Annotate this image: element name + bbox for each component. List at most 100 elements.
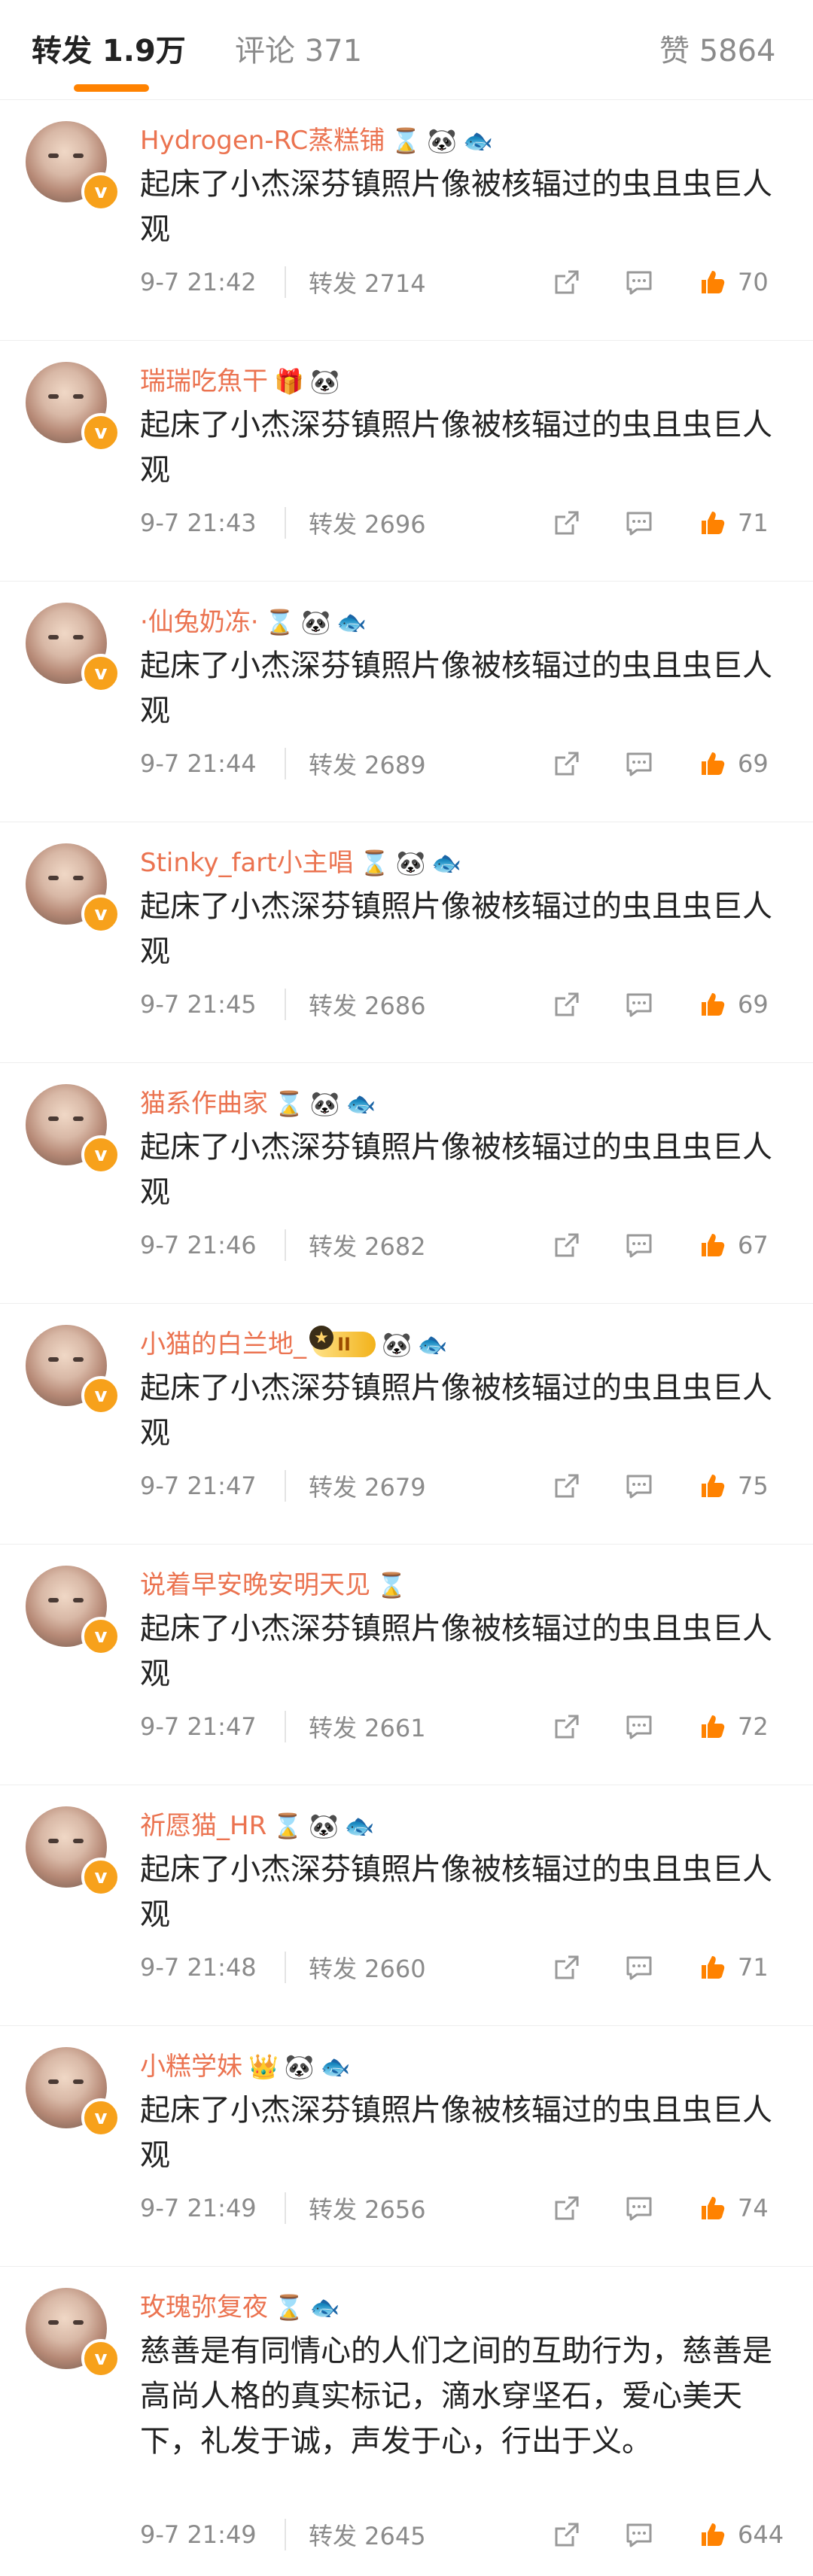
repost-item[interactable]: v 瑞瑞吃魚干 🎁 🐼 起床了小杰深芬镇照片像被核辐过的虫且虫巨人观 9-7 21:43 转… xyxy=(0,341,813,582)
username[interactable]: Stinky_fart小主唱 xyxy=(140,845,354,881)
share-icon[interactable] xyxy=(551,2192,583,2224)
repost-item[interactable]: v Hydrogen-RC蒸糕铺 ⌛ 🐼 🐟 起床了小杰深芬镇照片像被核辐过的虫且虫巨人观… xyxy=(0,100,813,341)
panda-icon: 🐼 xyxy=(382,1330,412,1359)
repost-count[interactable]: 转发 2682 xyxy=(309,1228,474,1262)
username[interactable]: ·仙兔奶冻· xyxy=(140,604,259,640)
like-icon[interactable] xyxy=(696,507,727,539)
comment-icon[interactable] xyxy=(623,1952,655,1983)
like-count: 69 xyxy=(738,749,769,778)
share-icon[interactable] xyxy=(551,266,583,298)
meta-row: 9-7 21:42 转发 2714 70 xyxy=(140,264,783,300)
repost-item[interactable]: v 祈愿猫_HR ⌛ 🐼 🐟 起床了小杰深芬镇照片像被核辐过的虫且虫巨人观 9-7 21:4… xyxy=(0,1785,813,2026)
repost-item[interactable]: v 玫瑰弥复夜 ⌛ 🐟 慈善是有同情心的人们之间的互助行为，慈善是高尚人格的真实标记，滴… xyxy=(0,2267,813,2575)
like-icon[interactable] xyxy=(696,1470,727,1502)
repost-text: 慈善是有同情心的人们之间的互助行为，慈善是高尚人格的真实标记，滴水穿坚石，爱心美… xyxy=(140,2334,772,2459)
like-icon[interactable] xyxy=(696,266,727,298)
username[interactable]: 说着早安晚安明天见 xyxy=(140,1567,370,1603)
repost-count[interactable]: 转发 2661 xyxy=(309,1709,474,1744)
repost-item[interactable]: v 猫系作曲家 ⌛ 🐼 🐟 起床了小杰深芬镇照片像被核辐过的虫且虫巨人观 9-7 21:46… xyxy=(0,1063,813,1304)
repost-count[interactable]: 转发 2660 xyxy=(309,1950,474,1985)
username[interactable]: 猫系作曲家 xyxy=(140,1086,268,1122)
username[interactable]: 祈愿猫_HR xyxy=(140,1808,266,1844)
tab-likes[interactable]: 赞 5864 xyxy=(659,30,776,72)
repost-text: 起床了小杰深芬镇照片像被核辐过的虫且虫巨人观 xyxy=(140,1130,772,1210)
panda-icon: 🐼 xyxy=(427,126,457,155)
username-row: 玫瑰弥复夜 ⌛ 🐟 xyxy=(140,2289,340,2325)
active-tab-indicator xyxy=(74,84,149,92)
hourglass-icon: ⌛ xyxy=(264,608,295,636)
username-row: 祈愿猫_HR ⌛ 🐼 🐟 xyxy=(140,1808,375,1844)
comment-icon[interactable] xyxy=(623,1229,655,1261)
share-icon[interactable] xyxy=(551,1229,583,1261)
comment-icon[interactable] xyxy=(623,1470,655,1502)
like-count: 74 xyxy=(738,2194,769,2222)
like-icon[interactable] xyxy=(696,1711,727,1742)
action-group: 70 xyxy=(551,266,783,298)
like-count: 67 xyxy=(738,1231,769,1259)
repost-item[interactable]: v 说着早安晚安明天见 ⌛ 起床了小杰深芬镇照片像被核辐过的虫且虫巨人观 9-7 21:… xyxy=(0,1545,813,1785)
fish-icon: 🐟 xyxy=(344,1812,375,1840)
like-icon[interactable] xyxy=(696,989,727,1020)
share-icon[interactable] xyxy=(551,1711,583,1742)
like-icon[interactable] xyxy=(696,2519,727,2550)
repost-count[interactable]: 转发 2696 xyxy=(309,506,474,540)
fish-icon: 🐟 xyxy=(431,849,462,877)
username[interactable]: 瑞瑞吃魚干 xyxy=(140,363,268,399)
share-icon[interactable] xyxy=(551,989,583,1020)
share-icon[interactable] xyxy=(551,2519,583,2550)
username-row: 猫系作曲家 ⌛ 🐼 🐟 xyxy=(140,1086,376,1122)
verified-badge-icon: v xyxy=(81,413,120,452)
like-count: 72 xyxy=(738,1712,769,1741)
verified-badge-icon: v xyxy=(81,1858,120,1897)
verified-badge-icon: v xyxy=(81,2339,120,2378)
repost-item[interactable]: v ·仙兔奶冻· ⌛ 🐼 🐟 起床了小杰深芬镇照片像被核辐过的虫且虫巨人观 9-7 21:4… xyxy=(0,582,813,822)
repost-item[interactable]: v Stinky_fart小主唱 ⌛ 🐼 🐟 起床了小杰深芬镇照片像被核辐过的虫且虫巨人观… xyxy=(0,822,813,1063)
like-icon[interactable] xyxy=(696,1229,727,1261)
verified-badge-icon: v xyxy=(81,1617,120,1656)
share-icon[interactable] xyxy=(551,1952,583,1983)
like-icon[interactable] xyxy=(696,2192,727,2224)
username[interactable]: Hydrogen-RC蒸糕铺 xyxy=(140,123,385,159)
timestamp: 9-7 21:47 xyxy=(140,1712,257,1741)
share-icon[interactable] xyxy=(551,1470,583,1502)
share-icon[interactable] xyxy=(551,507,583,539)
comment-icon[interactable] xyxy=(623,2192,655,2224)
comment-icon[interactable] xyxy=(623,266,655,298)
username-row: 小糕学妹 👑 🐼 🐟 xyxy=(140,2049,351,2085)
meta-row: 9-7 21:45 转发 2686 69 xyxy=(140,986,783,1022)
repost-count[interactable]: 转发 2679 xyxy=(309,1469,474,1503)
comment-icon[interactable] xyxy=(623,507,655,539)
tab-repost[interactable]: 转发 1.9万 xyxy=(32,30,186,72)
comment-icon[interactable] xyxy=(623,1711,655,1742)
timestamp: 9-7 21:45 xyxy=(140,990,257,1019)
action-group: 67 xyxy=(551,1229,783,1261)
repost-count[interactable]: 转发 2645 xyxy=(309,2517,474,2552)
username[interactable]: 玫瑰弥复夜 xyxy=(140,2289,268,2325)
hourglass-icon: ⌛ xyxy=(274,2293,304,2322)
repost-item[interactable]: v 小猫的白兰地_II🐼🐟 起床了小杰深芬镇照片像被核辐过的虫且虫巨人观 9-7 21… xyxy=(0,1304,813,1545)
repost-list: v Hydrogen-RC蒸糕铺 ⌛ 🐼 🐟 起床了小杰深芬镇照片像被核辐过的虫且虫巨人观… xyxy=(0,100,813,2575)
username[interactable]: 小糕学妹 xyxy=(140,2049,242,2085)
username-row: 小猫的白兰地_II🐼🐟 xyxy=(140,1326,448,1362)
timestamp: 9-7 21:47 xyxy=(140,1472,257,1500)
username[interactable]: 小猫的白兰地_ xyxy=(140,1326,306,1362)
repost-count[interactable]: 转发 2686 xyxy=(309,987,474,1022)
repost-count[interactable]: 转发 2656 xyxy=(309,2191,474,2225)
hourglass-icon: ⌛ xyxy=(273,1812,303,1840)
meta-row: 9-7 21:47 转发 2661 72 xyxy=(140,1709,783,1745)
comment-icon[interactable] xyxy=(623,748,655,779)
share-icon[interactable] xyxy=(551,748,583,779)
repost-count[interactable]: 转发 2714 xyxy=(309,265,474,299)
like-icon[interactable] xyxy=(696,748,727,779)
comment-icon[interactable] xyxy=(623,989,655,1020)
tab-comments[interactable]: 评论 371 xyxy=(235,30,362,72)
hourglass-icon: ⌛ xyxy=(391,126,422,155)
verified-badge-icon: v xyxy=(81,1135,120,1174)
timestamp: 9-7 21:48 xyxy=(140,1953,257,1982)
comment-icon[interactable] xyxy=(623,2519,655,2550)
repost-count[interactable]: 转发 2689 xyxy=(309,746,474,781)
divider xyxy=(285,1470,286,1502)
like-icon[interactable] xyxy=(696,1952,727,1983)
divider xyxy=(285,507,286,539)
repost-item[interactable]: v 小糕学妹 👑 🐼 🐟 起床了小杰深芬镇照片像被核辐过的虫且虫巨人观 9-7 21:49 转… xyxy=(0,2026,813,2267)
